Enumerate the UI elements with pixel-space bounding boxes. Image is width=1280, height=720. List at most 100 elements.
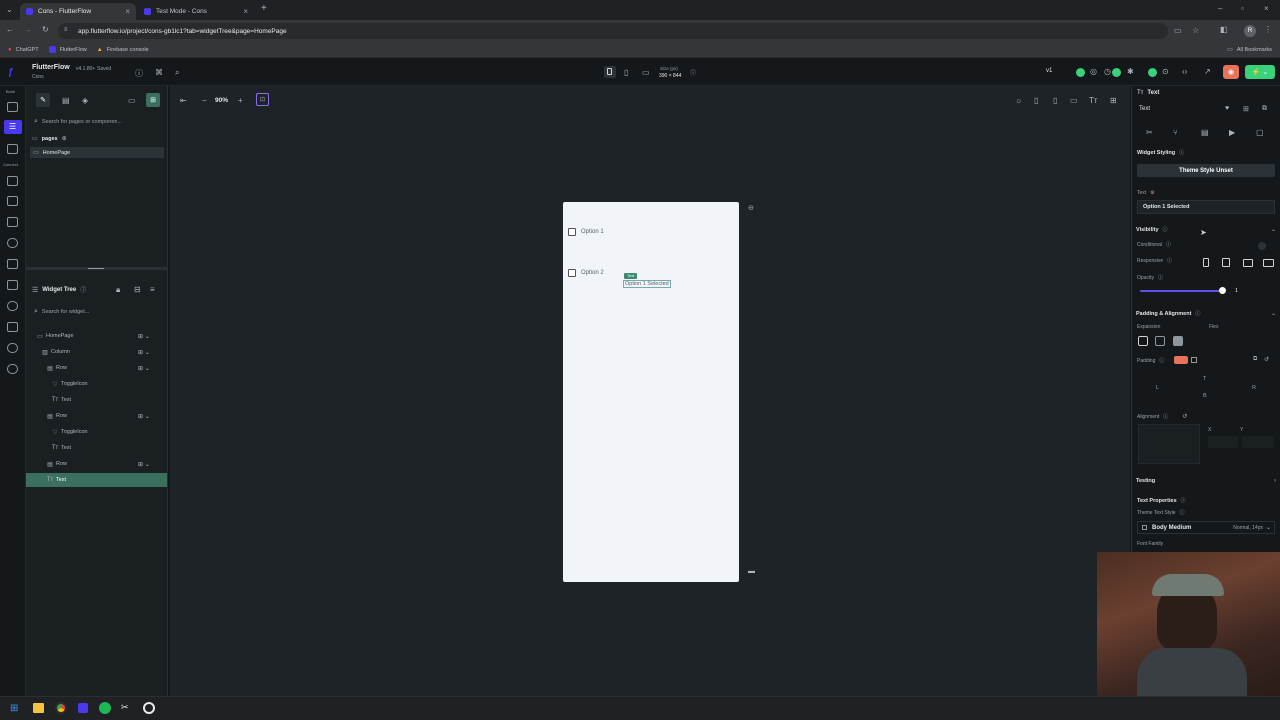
padding-alignment-section[interactable]: Padding & Alignment ⓘ ⌄ (1136, 310, 1276, 318)
tree-item-actions-icon[interactable]: ⊞ ⌄ (138, 365, 150, 372)
padding-uniform-toggle[interactable] (1174, 356, 1188, 364)
text-scale-icon[interactable]: Tт (1089, 96, 1098, 105)
tree-item-column[interactable]: ▥ Column ⊞ ⌄ (26, 345, 167, 359)
tree-item-actions-icon[interactable]: ⊞ ⌄ (138, 461, 150, 468)
tree-item-row[interactable]: ▤ Row ⊞ ⌄ (26, 409, 167, 423)
padding-bottom[interactable]: B (1203, 393, 1207, 399)
close-window-icon[interactable]: × (1264, 4, 1269, 13)
widget-search-input[interactable]: Search for widget... (42, 309, 89, 315)
zoom-in-icon[interactable]: + (238, 96, 243, 105)
page-item-homepage[interactable]: ▭ HomePage (30, 147, 164, 158)
history-icon[interactable]: ◷ (1104, 67, 1111, 76)
responsive-tablet-landscape-icon[interactable] (1243, 259, 1253, 267)
expansion-tight-icon[interactable] (1138, 336, 1148, 346)
tree-item-homepage[interactable]: ▭ HomePage ⊞ ⌄ (26, 329, 167, 343)
size-value[interactable]: 390 × 844 (659, 73, 681, 79)
padding-right[interactable]: R (1252, 385, 1256, 391)
pages-search-input[interactable]: Search for pages or componen... (42, 119, 122, 125)
integrations-icon[interactable] (7, 322, 18, 332)
storyboard-icon[interactable] (7, 144, 18, 154)
favorite-icon[interactable]: ♥ (1225, 105, 1229, 112)
components-tab-icon[interactable]: ▤ (62, 96, 70, 105)
tablet-icon[interactable]: ▯ (624, 68, 628, 77)
expansion-expanded-icon[interactable] (1173, 336, 1183, 346)
firebase-nav-icon[interactable] (7, 343, 18, 353)
custom-code-icon[interactable] (7, 238, 18, 248)
deploy-status-icon[interactable] (1148, 68, 1157, 77)
style-checkbox-icon[interactable] (1142, 525, 1147, 530)
collapse-icon[interactable]: ⊟ (134, 285, 141, 294)
sort-icon[interactable]: ≡ (150, 285, 155, 294)
tree-item-toggleicon[interactable]: ♡ ToggleIcon (26, 425, 167, 439)
phone-frame-icon[interactable]: ▯ (1034, 96, 1038, 105)
run-button[interactable]: ⚡ ⌄ (1245, 65, 1275, 79)
tab-test-mode[interactable]: Test Mode - Cons × (138, 3, 254, 20)
actions-tab-icon[interactable]: ⑂ (1173, 128, 1178, 137)
selected-text-widget[interactable]: Option 1 Selected (623, 280, 671, 288)
close-tab-icon[interactable]: × (243, 7, 248, 16)
all-bookmarks[interactable]: ▭ All Bookmarks (1227, 46, 1272, 54)
align-x-input[interactable] (1208, 436, 1238, 448)
keyboard-toggle-icon[interactable]: ▬ (748, 568, 755, 575)
backend-query-tab-icon[interactable]: ▤ (1201, 128, 1209, 137)
forward-icon[interactable]: → (24, 25, 32, 34)
bookmark-firebase[interactable]: ▲ Firebase console (97, 47, 149, 53)
fit-screen-button[interactable]: ⊡ (256, 93, 269, 106)
tree-item-row[interactable]: ▤ Row ⊞ ⌄ (26, 457, 167, 471)
zoom-level[interactable]: 90% (215, 97, 228, 104)
pages-search[interactable]: ⌕ Search for pages or componen... (34, 118, 122, 126)
add-page-button[interactable]: ⊞ (146, 93, 160, 107)
address-bar[interactable]: ≡ app.flutterflow.io/project/cons-gb1lc1… (58, 23, 1199, 39)
settings-icon[interactable] (7, 364, 18, 374)
test-status-icon[interactable] (1112, 68, 1121, 77)
copy-widget-icon[interactable]: ⧉ (1262, 105, 1267, 113)
flutterflow-app-icon[interactable] (78, 703, 88, 713)
light-mode-icon[interactable]: ☼ (1015, 96, 1022, 105)
version-select[interactable]: v1 (1046, 68, 1052, 74)
templates-tab-icon[interactable]: ◈ (82, 96, 88, 105)
pages-folder[interactable]: ▭ pages ⊕ (32, 135, 67, 143)
option1-checkbox-icon[interactable] (568, 228, 576, 236)
reset-icon[interactable]: ↺ (1182, 413, 1187, 420)
tree-item-text[interactable]: Tт Text (26, 441, 167, 455)
wrap-widget-icon[interactable]: ⊞ (1243, 105, 1249, 113)
phone-preview[interactable]: Option 1 Option 2 Text Option 1 Selected (563, 202, 739, 582)
windows-start-icon[interactable]: ⊞ (10, 703, 18, 714)
keyboard-icon[interactable]: ▭ (1070, 96, 1078, 105)
search-icon[interactable]: ⌕ (175, 68, 179, 78)
profile-avatar[interactable]: R (1244, 25, 1256, 37)
tree-item-text[interactable]: Tт Text (26, 393, 167, 407)
chrome-icon[interactable] (55, 702, 67, 714)
back-icon[interactable]: ← (6, 25, 14, 34)
zoom-out-icon[interactable]: − (202, 96, 207, 105)
tree-item-actions-icon[interactable]: ⊞ ⌄ (138, 333, 150, 340)
site-info-icon[interactable]: ≡ (64, 27, 68, 33)
chevron-down-icon[interactable]: ⌄ (1271, 310, 1276, 317)
code-icon[interactable]: ‹› (1182, 67, 1187, 76)
pages-tab-button[interactable]: ✎ (36, 93, 50, 107)
api-icon[interactable] (7, 196, 18, 206)
bookmark-flutterflow[interactable]: FlutterFlow (48, 46, 87, 53)
device-phone-button[interactable] (604, 66, 616, 78)
maximize-icon[interactable]: ▫ (1241, 4, 1244, 13)
padding-left[interactable]: L (1156, 385, 1159, 391)
chevron-right-icon[interactable]: › (1274, 478, 1276, 484)
install-icon[interactable]: ▭ (1174, 26, 1182, 35)
panel-resize-handle[interactable] (26, 267, 167, 270)
option1-text[interactable]: Option 1 (581, 229, 604, 235)
documentation-tab-icon[interactable]: ▢ (1256, 128, 1264, 137)
conditional-toggle[interactable] (1258, 242, 1266, 250)
tree-item-toggleicon[interactable]: ♡ ToggleIcon (26, 377, 167, 391)
pages-icon[interactable] (7, 102, 18, 112)
github-icon[interactable]: ⊙ (1162, 67, 1169, 76)
opacity-slider[interactable] (1140, 290, 1224, 292)
file-explorer-icon[interactable] (33, 703, 44, 713)
desktop-icon[interactable]: ▭ (642, 68, 650, 77)
test-mode-button[interactable]: ◉ (1223, 65, 1239, 79)
run-status-icon[interactable] (1076, 68, 1085, 77)
properties-tab-icon[interactable]: ✂ (1146, 128, 1153, 137)
new-tab-button[interactable]: + (261, 3, 267, 14)
command-icon[interactable]: ⌘ (155, 68, 163, 77)
option2-text[interactable]: Option 2 (581, 270, 604, 276)
bug-icon[interactable]: ✱ (1127, 67, 1134, 76)
